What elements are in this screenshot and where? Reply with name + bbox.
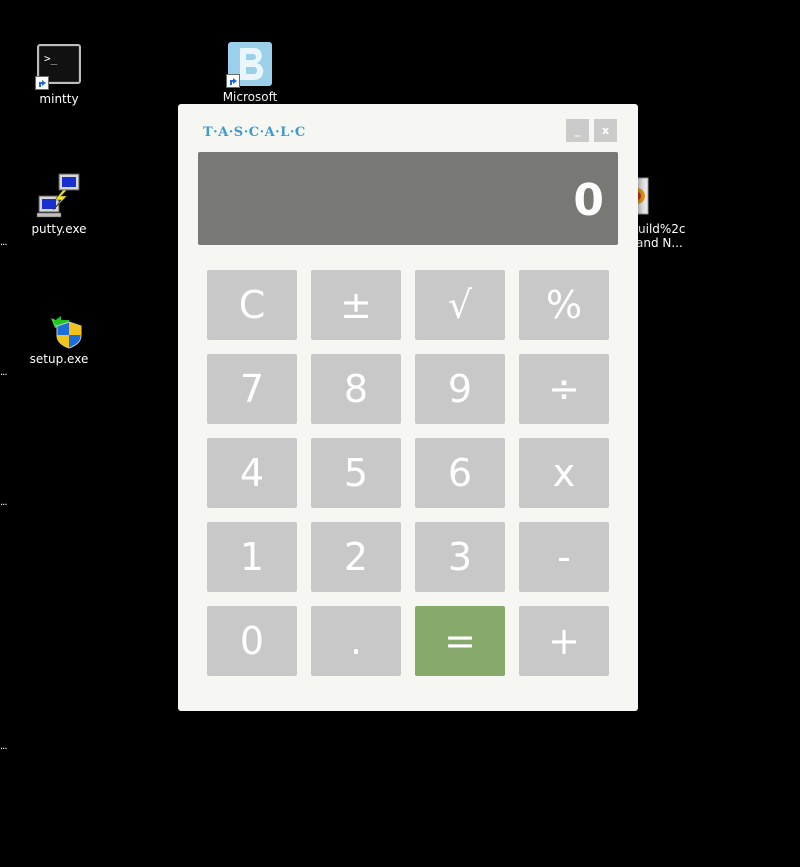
desktop-icon-label: setup.exe [29,352,89,366]
divide-key[interactable]: ÷ [519,354,609,424]
setup-shield-icon [35,302,83,350]
desktop-shortcut-mintty[interactable]: >_ mintty [19,42,99,106]
digit-5-key[interactable]: 5 [311,438,401,508]
digit-1-key[interactable]: 1 [207,522,297,592]
desktop-icon-label: Microsoft [222,90,278,104]
digit-3-key[interactable]: 3 [415,522,505,592]
desktop-icon-label: putty.exe [31,222,87,236]
calculator-window: T·A·S·C·A·L·C _ x 0 C ± √ % 7 8 9 ÷ 4 5 … [178,104,638,711]
plus-key[interactable]: + [519,606,609,676]
digit-6-key[interactable]: 6 [415,438,505,508]
svg-text:>_: >_ [44,52,58,65]
desktop-shortcut-setup[interactable]: setup.exe [19,302,99,366]
plus-minus-key[interactable]: ± [311,270,401,340]
digit-0-key[interactable]: 0 [207,606,297,676]
close-button[interactable]: x [594,119,617,142]
minimize-button[interactable]: _ [566,119,589,142]
calculator-display: 0 [198,152,618,245]
shortcut-arrow-icon [226,74,240,88]
shortcut-arrow-icon [35,76,49,90]
keypad: C ± √ % 7 8 9 ÷ 4 5 6 x 1 2 3 - 0 . = + [207,270,609,676]
decimal-point-key[interactable]: . [311,606,401,676]
desktop-icon-label: mintty [39,92,79,106]
desktop-shortcut-putty[interactable]: putty.exe [19,172,99,236]
putty-icon [35,172,83,220]
digit-7-key[interactable]: 7 [207,354,297,424]
digit-4-key[interactable]: 4 [207,438,297,508]
digit-9-key[interactable]: 9 [415,354,505,424]
clear-key[interactable]: C [207,270,297,340]
equals-key[interactable]: = [415,606,505,676]
minus-key[interactable]: - [519,522,609,592]
terminal-icon: >_ [35,42,83,90]
digit-8-key[interactable]: 8 [311,354,401,424]
square-root-key[interactable]: √ [415,270,505,340]
desktop-icon-label-line1: uild%2c [638,222,686,236]
desktop-icon-label-line2: and N... [636,236,683,250]
app-title: T·A·S·C·A·L·C [203,125,306,140]
multiply-key[interactable]: x [519,438,609,508]
blend-app-icon [226,40,274,88]
percent-key[interactable]: % [519,270,609,340]
truncated-label-ellipsis: ... [0,367,7,378]
truncated-label-ellipsis: ... [0,497,7,508]
truncated-label-ellipsis: ... [0,741,7,752]
digit-2-key[interactable]: 2 [311,522,401,592]
desktop-shortcut-microsoft[interactable]: Microsoft [210,40,290,104]
truncated-label-ellipsis: ... [0,237,7,248]
